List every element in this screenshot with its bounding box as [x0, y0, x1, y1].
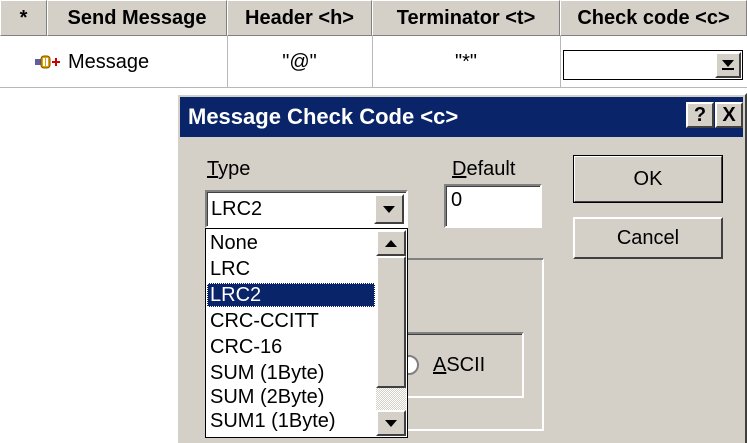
chevron-down-icon[interactable] — [374, 194, 404, 224]
close-icon: X — [722, 103, 736, 126]
dialog-title: Message Check Code <c> — [188, 104, 459, 129]
type-dropdown-list[interactable]: None LRC LRC2 CRC-CCITT CRC-16 SUM (1Byt… — [205, 228, 408, 438]
dropdown-scrollbar[interactable] — [376, 230, 406, 436]
type-option[interactable]: None — [207, 231, 375, 255]
grid-header-header[interactable]: Header <h> — [227, 0, 372, 36]
scroll-up-icon[interactable] — [376, 230, 406, 256]
type-option[interactable]: SUM1 (1Byte) — [207, 409, 375, 433]
ok-button-label: OK — [633, 167, 663, 190]
default-input-value: 0 — [451, 189, 463, 211]
grid-header-send-message[interactable]: Send Message — [47, 0, 227, 36]
type-option[interactable]: SUM (2Byte) — [207, 385, 375, 409]
type-option[interactable]: CRC-16 — [207, 335, 375, 359]
default-label: Default — [452, 158, 515, 181]
grid-header-star-label: * — [19, 6, 28, 29]
grid-header-terminator[interactable]: Terminator <t> — [372, 0, 560, 36]
help-button[interactable]: ? — [686, 102, 714, 128]
help-icon: ? — [693, 103, 707, 126]
message-connector-icon — [34, 54, 68, 70]
type-option-selected[interactable]: LRC2 — [207, 283, 375, 307]
grid-header-header-label: Header <h> — [245, 6, 354, 29]
default-input[interactable]: 0 — [444, 184, 542, 228]
grid-header-star[interactable]: * — [0, 0, 47, 36]
dropdown-arrow-icon[interactable] — [715, 52, 741, 78]
ascii-label-mnemonic: A — [433, 354, 447, 376]
check-code-cell-input[interactable] — [563, 50, 743, 80]
cancel-button[interactable]: Cancel — [573, 217, 723, 259]
type-select-value: LRC2 — [211, 197, 263, 220]
type-label-text: ype — [218, 158, 251, 180]
row-message-name[interactable]: Message — [68, 40, 149, 84]
scroll-thumb[interactable] — [376, 256, 406, 388]
type-option[interactable]: SUM (1Byte) — [207, 361, 375, 385]
default-label-text: efault — [466, 158, 516, 180]
type-option[interactable]: LRC — [207, 257, 375, 281]
row-header-value[interactable]: "@" — [227, 40, 372, 84]
grid-row-divider — [0, 87, 747, 88]
type-option[interactable]: CRC-CCITT — [207, 309, 375, 333]
scroll-down-icon[interactable] — [376, 410, 406, 436]
default-label-mnemonic: D — [452, 158, 467, 180]
grid-header-send-message-label: Send Message — [67, 6, 207, 29]
grid-header-check-code-label: Check code <c> — [577, 6, 730, 29]
cancel-button-label: Cancel — [616, 226, 680, 249]
grid-divider — [560, 36, 561, 87]
dialog-titlebar[interactable]: Message Check Code <c> — [180, 97, 743, 137]
ok-button[interactable]: OK — [573, 155, 723, 203]
type-label-mnemonic: T — [207, 158, 219, 180]
type-select[interactable]: LRC2 — [205, 190, 408, 228]
grid-header-terminator-label: Terminator <t> — [396, 6, 536, 29]
row-terminator-value[interactable]: "*" — [372, 40, 560, 84]
ascii-label[interactable]: ASCII — [433, 354, 485, 377]
type-label: Type — [207, 158, 250, 181]
close-button[interactable]: X — [715, 102, 743, 128]
grid-header-check-code[interactable]: Check code <c> — [560, 0, 747, 36]
ascii-label-text: SCII — [446, 354, 486, 376]
